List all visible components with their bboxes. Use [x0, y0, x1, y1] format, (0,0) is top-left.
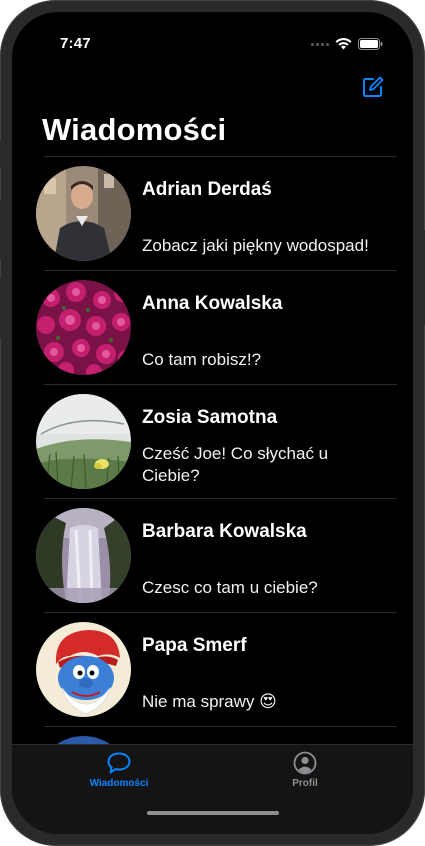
last-message: Cześć Joe! Co słychać u Ciebie? [142, 444, 329, 485]
avatar [36, 394, 131, 489]
conversation-row[interactable]: Zosia Samotna Cześć Joe! Co słychać u Ci… [12, 384, 413, 498]
conversation-list[interactable]: Adrian Derdaś Zobacz jaki piękny wodospa… [12, 156, 413, 744]
avatar-papa-smurf [36, 622, 131, 717]
volume-up-button [0, 200, 3, 260]
conversation-row[interactable]: Papa Smerf Nie ma sprawy 😍 [12, 612, 413, 726]
contact-name: Barbara Kowalska [142, 521, 307, 542]
tab-profil[interactable]: Profil [260, 751, 350, 789]
avatar-photo-partial [36, 736, 131, 744]
wifi-icon [335, 38, 352, 50]
conversation-row[interactable]: Barbara Kowalska Czesc co tam u ciebie? [12, 498, 413, 612]
status-time: 7:47 [60, 35, 91, 52]
device-frame: 7:47 Wiadomości Adrian Derdaś Zobacz jak… [0, 0, 425, 846]
last-message: Co tam robisz!? [142, 350, 262, 369]
contact-name: Anna Kowalska [142, 293, 283, 314]
cellular-signal-icon [311, 42, 329, 46]
tab-label: Wiadomości [89, 778, 149, 789]
conversation-row[interactable]: Anna Kowalska Co tam robisz!? [12, 270, 413, 384]
battery-icon [358, 38, 383, 50]
avatar-photo-grass [36, 394, 131, 489]
tab-wiadomosci[interactable]: Wiadomości [74, 751, 164, 789]
chat-bubble-icon [107, 752, 131, 774]
compose-icon [363, 76, 384, 97]
avatar [36, 736, 131, 744]
mute-switch [0, 140, 3, 168]
compose-button[interactable] [361, 75, 385, 99]
avatar-photo-flowers [36, 280, 131, 375]
tab-bar: Wiadomości Profil [12, 744, 413, 834]
last-message: Czesc co tam u ciebie? [142, 578, 318, 597]
screen: 7:47 Wiadomości Adrian Derdaś Zobacz jak… [12, 12, 413, 834]
avatar [36, 280, 131, 375]
person-circle-icon [293, 751, 317, 775]
contact-name: Papa Smerf [142, 635, 247, 656]
last-message: Nie ma sprawy 😍 [142, 692, 277, 711]
status-icons [311, 38, 383, 50]
conversation-row[interactable] [12, 726, 413, 744]
avatar [36, 166, 131, 261]
contact-name: Zosia Samotna [142, 407, 278, 428]
avatar-photo-man [36, 166, 131, 261]
tab-label: Profil [292, 778, 318, 789]
avatar [36, 508, 131, 603]
last-message: Zobacz jaki piękny wodospad! [142, 236, 369, 255]
avatar [36, 622, 131, 717]
conversation-row[interactable]: Adrian Derdaś Zobacz jaki piękny wodospa… [12, 156, 413, 270]
contact-name: Adrian Derdaś [142, 179, 272, 200]
home-indicator[interactable] [147, 811, 279, 815]
page-title: Wiadomości [42, 112, 227, 147]
avatar-photo-waterfall [36, 508, 131, 603]
volume-down-button [0, 278, 3, 338]
status-bar: 7:47 [12, 12, 413, 68]
